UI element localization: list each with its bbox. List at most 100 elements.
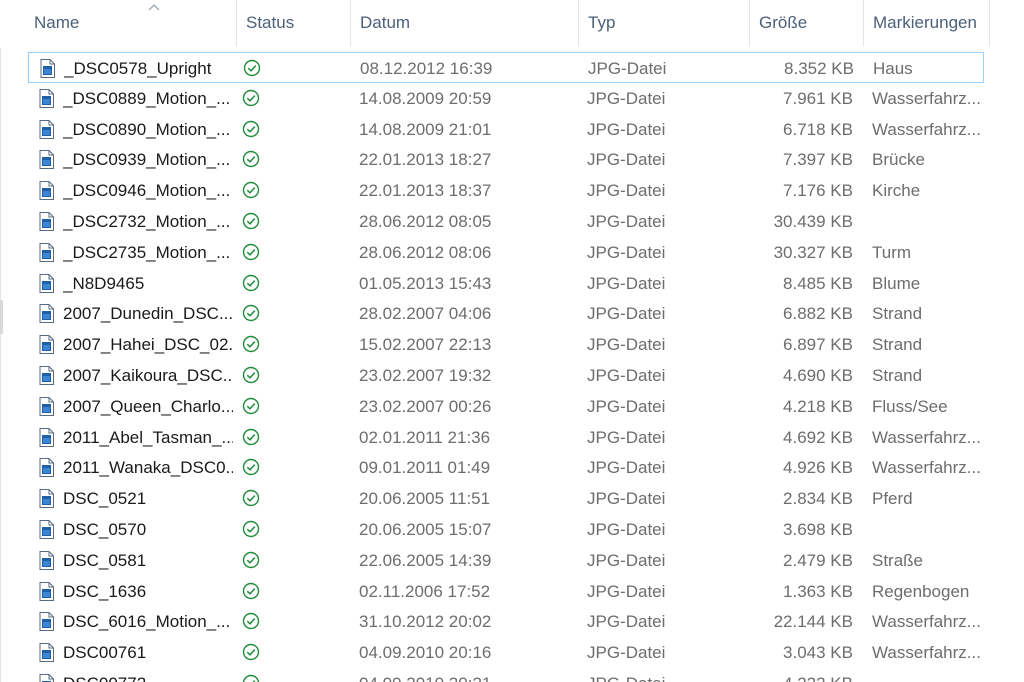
file-date: 02.11.2006 17:52 [359, 581, 491, 601]
column-header-type-label: Typ [588, 13, 616, 32]
sync-ok-icon [242, 305, 260, 322]
file-date: 02.01.2011 21:36 [359, 427, 491, 447]
file-tags: Wasserfahrz... [872, 458, 981, 478]
file-size: 6.882 KB [783, 304, 853, 324]
file-row[interactable]: _DSC0939_Motion_... 22.01.2013 18:27 JPG-D… [28, 144, 984, 175]
file-row[interactable]: _DSC0946_Motion_... 22.01.2013 18:37 JPG-D… [28, 175, 984, 206]
file-row[interactable]: DSC00772 04.09.2010 20:21 JPG-Datei 4.222 K… [28, 668, 984, 682]
file-tags: Wasserfahrz... [872, 643, 981, 663]
file-date: 14.08.2009 20:59 [359, 88, 492, 108]
jpg-file-icon [39, 366, 54, 385]
column-header-name[interactable]: Name [25, 0, 237, 46]
file-row[interactable]: DSC_1636 02.11.2006 17:52 JPG-Datei 1.363 K… [28, 576, 984, 607]
file-date: 20.06.2005 11:51 [359, 489, 491, 509]
file-row[interactable]: _DSC0889_Motion_... 14.08.2009 20:59 JPG-D… [28, 83, 984, 114]
sync-status-cell [242, 422, 266, 453]
file-row[interactable]: 2007_Hahei_DSC_02... 15.02.2007 22:13 JPG-… [28, 329, 984, 360]
file-date: 08.12.2012 16:39 [360, 59, 493, 78]
sync-status-cell [242, 237, 266, 268]
file-tags: Straße [872, 550, 924, 570]
file-size: 4.218 KB [783, 396, 853, 416]
sync-ok-icon [242, 274, 260, 291]
file-date: 23.02.2007 00:26 [359, 396, 492, 416]
sync-ok-icon [242, 520, 260, 538]
file-row[interactable]: DSC_0581 22.06.2005 14:39 JPG-Datei 2.479 K… [28, 545, 984, 576]
sync-ok-icon [242, 397, 260, 414]
sync-status-cell [242, 452, 266, 483]
file-name: _DSC2735_Motion_... [63, 242, 231, 262]
file-size: 3.043 KB [783, 643, 853, 663]
file-date: 22.01.2013 18:27 [359, 150, 492, 170]
file-row[interactable]: 2007_Kaikoura_DSC... 23.02.2007 19:32 JPG-… [28, 360, 984, 391]
file-size: 6.897 KB [783, 335, 853, 355]
sync-status-cell [242, 360, 266, 391]
file-name: _DSC0946_Motion_... [63, 181, 231, 201]
file-row[interactable]: _DSC2735_Motion_... 28.06.2012 08:06 JPG-D… [28, 237, 984, 268]
sync-ok-icon [242, 243, 260, 260]
file-size: 30.439 KB [773, 212, 853, 231]
file-type: JPG-Datei [587, 181, 666, 201]
file-name: _N8D9465 [63, 273, 145, 293]
sort-ascending-icon [148, 4, 160, 11]
file-type: JPG-Datei [587, 668, 737, 682]
column-header-type[interactable]: Typ [579, 0, 750, 46]
sync-status-cell [242, 298, 266, 329]
file-row[interactable]: DSC_0570 20.06.2005 15:07 JPG-Datei 3.698 K… [28, 514, 984, 545]
sync-ok-icon [242, 89, 260, 106]
file-type: JPG-Datei [587, 273, 666, 293]
file-name: _DSC0939_Motion_... [63, 150, 231, 170]
column-header-date[interactable]: Datum [351, 0, 579, 46]
file-row[interactable]: 2011_Wanaka_DSC0... 09.01.2011 01:49 JPG-D… [28, 452, 984, 483]
file-row[interactable]: _N8D9465 01.05.2013 15:43 JPG-Datei 8.485 K… [28, 268, 984, 299]
jpg-file-icon [39, 335, 54, 355]
file-date: 28.06.2012 08:05 [359, 212, 492, 231]
jpg-file-icon [39, 612, 54, 632]
sync-ok-icon [242, 335, 260, 353]
sync-ok-icon [242, 366, 260, 384]
file-type: JPG-Datei [588, 59, 667, 78]
file-row[interactable]: _DSC2732_Motion_... 28.06.2012 08:05 JPG-D… [28, 206, 984, 237]
file-row[interactable]: DSC_0521 20.06.2005 11:51 JPG-Datei 2.834 K… [28, 483, 984, 514]
sync-status-cell [242, 268, 266, 299]
jpg-file-icon [39, 581, 54, 601]
column-header-status[interactable]: Status [237, 0, 351, 46]
file-type: JPG-Datei [587, 304, 666, 324]
file-type: JPG-Datei [587, 366, 666, 385]
sync-ok-icon [242, 674, 260, 682]
file-type: JPG-Datei [587, 335, 666, 355]
sync-ok-icon [242, 212, 260, 230]
file-row[interactable]: 2007_Dunedin_DSC... 28.02.2007 04:06 JPG-D… [28, 298, 984, 329]
file-row[interactable]: 2011_Abel_Tasman_... 02.01.2011 21:36 JPG-… [28, 422, 984, 453]
column-header-size-label: Größe [759, 13, 808, 32]
file-date: 04.09.2010 20:16 [359, 643, 492, 663]
sync-ok-icon [242, 459, 260, 476]
sync-status-cell [242, 206, 266, 237]
jpg-file-icon [39, 520, 54, 539]
file-tags: Haus [873, 59, 913, 78]
column-header-size[interactable]: Größe [750, 0, 864, 46]
file-tags [872, 668, 982, 682]
file-size: 30.327 KB [773, 242, 853, 262]
jpg-file-icon [39, 643, 54, 663]
file-date: 15.02.2007 22:13 [359, 335, 492, 355]
file-type: JPG-Datei [587, 396, 666, 416]
sync-ok-icon [242, 428, 260, 445]
jpg-file-icon [39, 150, 54, 170]
file-size: 2.834 KB [783, 489, 853, 509]
file-row[interactable]: DSC00761 04.09.2010 20:16 JPG-Datei 3.043 K… [28, 637, 984, 668]
file-name: DSC_0570 [63, 520, 147, 539]
file-name: 2007_Hahei_DSC_02... [63, 335, 233, 355]
column-header-tags[interactable]: Markierungen [864, 0, 990, 46]
sync-status-cell [242, 545, 266, 576]
file-size: 4.690 KB [783, 366, 853, 385]
file-row[interactable]: 2007_Queen_Charlo... 23.02.2007 00:26 JPG-… [28, 391, 984, 422]
file-row[interactable]: _DSC0578_Upright 08.12.2012 16:39 JPG-Date… [28, 52, 984, 83]
jpg-file-icon [39, 674, 54, 682]
file-name: 2011_Abel_Tasman_... [63, 427, 233, 447]
file-date: 28.02.2007 04:06 [359, 304, 492, 324]
file-size: 7.176 KB [783, 181, 853, 201]
file-size: 3.698 KB [783, 520, 853, 539]
file-row[interactable]: _DSC0890_Motion_... 14.08.2009 21:01 JPG-D… [28, 114, 984, 145]
file-row[interactable]: DSC_6016_Motion_... 31.10.2012 20:02 JPG-D… [28, 606, 984, 637]
file-size: 1.363 KB [783, 581, 853, 601]
